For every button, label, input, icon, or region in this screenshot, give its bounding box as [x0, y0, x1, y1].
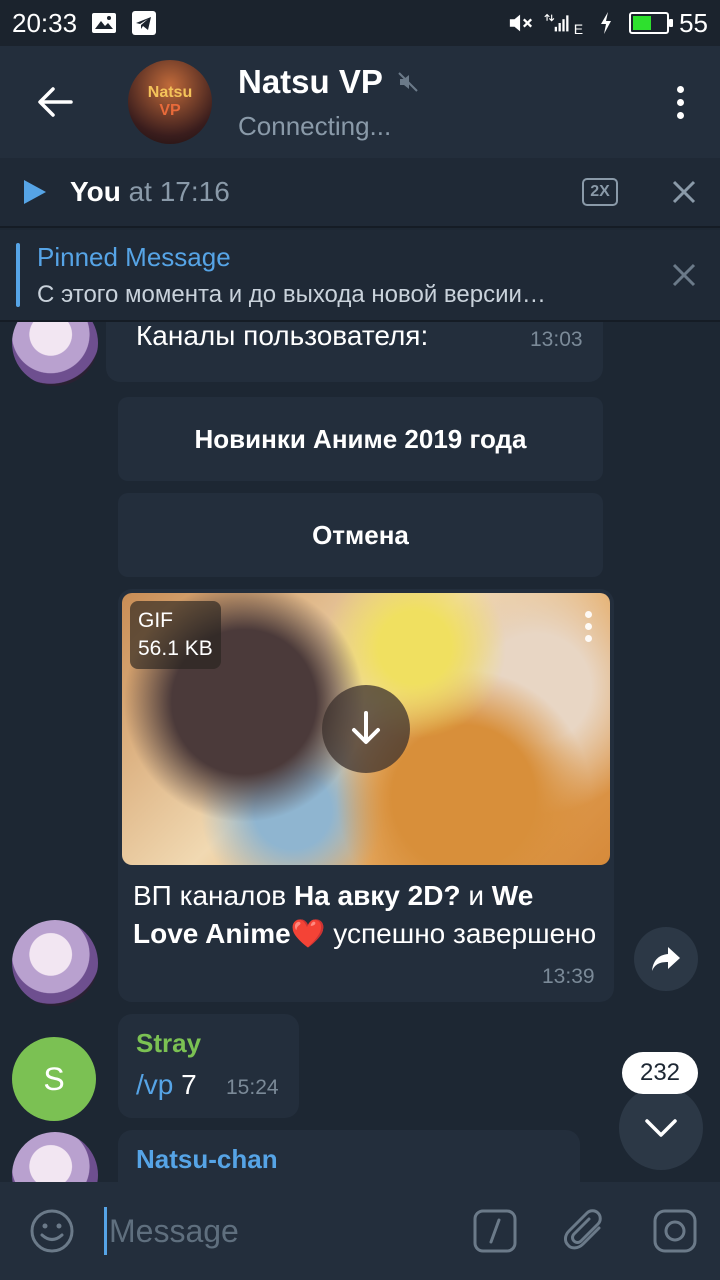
telegram-notification-icon — [131, 10, 157, 36]
muted-icon — [398, 71, 418, 92]
more-options-button[interactable] — [640, 46, 720, 158]
bot-commands-button[interactable] — [450, 1182, 540, 1280]
message-bubble[interactable]: Stray /vp 7 15:24 — [118, 1014, 299, 1118]
gif-type: GIF — [138, 609, 173, 632]
play-button[interactable] — [0, 157, 70, 227]
emoji-button[interactable] — [0, 1182, 104, 1280]
gif-menu-button[interactable] — [585, 611, 592, 642]
message-text: /vp 7 — [136, 1066, 197, 1104]
gif-preview[interactable]: GIF 56.1 KB — [122, 593, 610, 865]
dot-icon — [676, 98, 684, 106]
gif-caption: ВП каналов На авку 2D? и We Love Anime❤️… — [133, 877, 603, 953]
share-button[interactable] — [634, 927, 698, 991]
caption-channel-link[interactable]: На авку 2D? — [294, 880, 461, 911]
caption-text: и — [460, 880, 492, 911]
inline-button-cancel[interactable]: Отмена — [118, 493, 603, 577]
message-bubble[interactable]: Каналы пользователя: 13:03 — [106, 322, 603, 382]
sender-name[interactable]: Stray — [136, 1028, 201, 1059]
camera-button[interactable] — [630, 1182, 720, 1280]
arrow-left-icon — [38, 87, 73, 117]
audio-player-bar[interactable]: You at 17:16 2X — [0, 158, 720, 228]
pinned-title: Pinned Message — [37, 241, 231, 272]
dot-icon — [676, 85, 684, 93]
gif-info-badge: GIF 56.1 KB — [130, 601, 221, 669]
message-input-bar: Message — [0, 1182, 720, 1280]
text-cursor — [104, 1207, 107, 1255]
download-arrow-icon — [352, 711, 380, 744]
download-button[interactable] — [322, 685, 410, 773]
message-input[interactable]: Message — [109, 1213, 239, 1250]
charging-icon — [593, 10, 619, 36]
caption-text: ВП каналов — [133, 880, 294, 911]
battery-icon — [629, 12, 674, 34]
pinned-message-bar[interactable]: Pinned Message С этого момента и до выхо… — [0, 230, 720, 322]
player-author: You — [70, 176, 121, 207]
pinned-accent-bar — [16, 243, 20, 307]
stray-avatar[interactable]: S — [12, 1037, 96, 1121]
chevron-down-icon — [645, 1119, 677, 1137]
camera-icon — [653, 1209, 697, 1253]
status-bar: 20:33 E 55 — [0, 0, 720, 46]
slash-command-icon — [473, 1209, 517, 1253]
unread-count-badge: 232 — [622, 1052, 698, 1094]
title-block[interactable]: Natsu VP Connecting... — [238, 63, 419, 142]
attach-button[interactable] — [540, 1182, 630, 1280]
image-notification-icon — [91, 10, 117, 36]
paperclip-icon — [564, 1209, 602, 1250]
status-time: 20:33 — [12, 7, 78, 38]
message-time: 15:24 — [226, 1076, 279, 1099]
avatar-text-1: Natsu — [147, 84, 193, 101]
channel-avatar[interactable]: Natsu VP — [128, 60, 212, 144]
bot-command-link[interactable]: /vp — [136, 1069, 173, 1100]
chat-title: Natsu VP — [238, 62, 383, 100]
battery-level: 55 — [679, 7, 708, 38]
close-player-button[interactable] — [654, 162, 714, 222]
dot-icon — [676, 111, 684, 119]
signal-icon — [544, 10, 570, 36]
inline-button-anime-2019[interactable]: Новинки Аниме 2019 года — [118, 397, 603, 481]
scroll-down-button[interactable] — [619, 1086, 703, 1170]
close-icon — [672, 180, 696, 204]
pinned-text: С этого момента и до выхода новой версии… — [37, 280, 546, 308]
dot-icon — [585, 611, 592, 618]
playback-speed-button[interactable]: 2X — [582, 178, 618, 206]
gif-message-bubble[interactable]: GIF 56.1 KB ВП каналов На авку 2D? и We … — [118, 589, 614, 1002]
sender-name[interactable]: Natsu-chan — [136, 1144, 278, 1175]
close-pinned-button[interactable] — [654, 245, 714, 305]
dot-icon — [585, 623, 592, 630]
player-time: at 17:16 — [128, 176, 230, 207]
dot-icon — [585, 635, 592, 642]
smiley-icon — [30, 1209, 74, 1253]
player-info: You at 17:16 — [70, 176, 230, 208]
message-bubble[interactable]: Natsu-chan — [118, 1130, 580, 1182]
message-list[interactable]: Каналы пользователя: 13:03 Новинки Аниме… — [0, 322, 720, 1182]
chat-status: Connecting... — [238, 110, 392, 141]
command-argument: 7 — [173, 1069, 197, 1100]
share-arrow-icon — [652, 947, 680, 971]
gif-size: 56.1 KB — [138, 637, 213, 660]
network-type: E — [573, 21, 584, 37]
close-icon — [672, 263, 696, 287]
play-icon — [24, 180, 46, 204]
user-avatar[interactable] — [12, 1132, 98, 1182]
message-time: 13:39 — [542, 965, 595, 988]
mute-icon — [508, 10, 534, 36]
caption-text: успешно завершено — [325, 918, 597, 949]
user-avatar[interactable] — [12, 322, 98, 386]
chat-header: Natsu VP Natsu VP Connecting... — [0, 46, 720, 158]
avatar-text-2: VP — [159, 102, 181, 119]
message-text: Каналы пользователя: — [136, 322, 429, 351]
back-button[interactable] — [0, 46, 110, 158]
message-time: 13:03 — [530, 328, 583, 351]
user-avatar[interactable] — [12, 920, 98, 1006]
